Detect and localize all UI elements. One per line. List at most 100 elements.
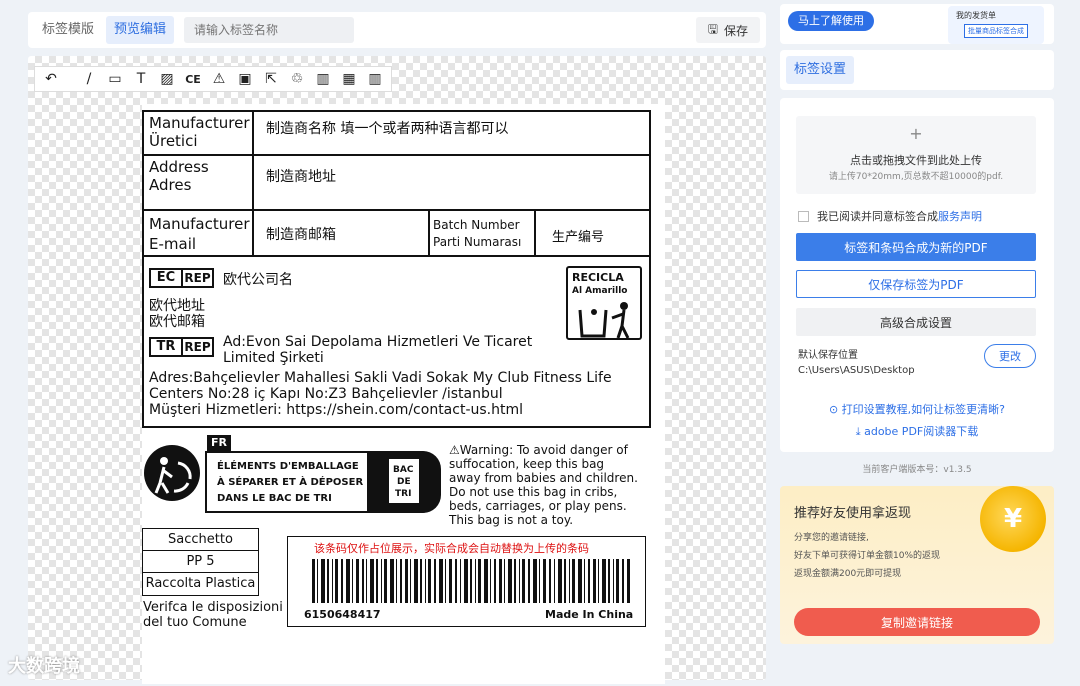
barcode-bars xyxy=(312,559,630,603)
tr-company-1: Ad:Evon Sai Depolama Hizmetleri Ve Ticar… xyxy=(223,334,533,350)
warning-line-2: suffocation, keep this bag xyxy=(449,457,605,471)
label-canvas[interactable]: ↶ / ▭ T ▨ CE ⚠ ▣ ⇱ ♲ ▥ ▦ ▥ Manufacturer … xyxy=(28,56,766,684)
recicla-badge: RECICLA Al Amarillo xyxy=(566,266,642,340)
watermark-logo: 大数跨境 xyxy=(8,656,80,677)
warning-text: ⚠Warning: To avoid danger of suffocation… xyxy=(449,443,654,527)
barcode-number: 6150648417 xyxy=(304,608,381,621)
bac-de-tri-icon: BAC DE TRI xyxy=(367,451,441,513)
invite-desc-1: 分享您的邀请链接, xyxy=(794,533,869,543)
tr-rep-text: REP xyxy=(184,340,211,354)
shipping-promo[interactable]: 我的发货单 批量商品标签合成 xyxy=(948,6,1044,44)
save-file-icon[interactable]: ▣ xyxy=(233,68,257,90)
text-icon[interactable]: T xyxy=(129,68,153,90)
agree-row: 我已阅读并同意标签合成服务声明 xyxy=(798,208,982,224)
save-location-path: C:\Users\ASUS\Desktop xyxy=(798,365,915,376)
barcode-icon[interactable]: ▥ xyxy=(311,68,335,90)
invite-desc-3: 返现金额满200元即可提现 xyxy=(794,569,902,579)
undo-icon[interactable]: ↶ xyxy=(39,68,63,90)
fr-instructions-box: ÉLÉMENTS D'EMBALLAGE À SÉPARER ET À DÉPO… xyxy=(205,451,441,513)
promo-title: 我的发货单 xyxy=(956,11,996,20)
tri-text: TRI xyxy=(395,489,412,499)
barcode-placeholder: 该条码仅作占位展示，实际合成会自动替换为上传的条码 6150648417 Mad… xyxy=(287,536,646,627)
plus-icon: + xyxy=(909,124,923,143)
ec-text: EC xyxy=(151,270,183,286)
batch-number-label: Batch Number xyxy=(433,218,520,232)
learn-more-button[interactable]: 马上了解使用 xyxy=(788,11,874,31)
bac-text: BAC xyxy=(393,465,414,475)
warning-line-3: away from babies and children. xyxy=(449,471,638,485)
tr-address-2: Centers No:28 iç Kapı No:Z3 Bahçelievler… xyxy=(149,386,503,402)
settings-title-bar: 标签设置 xyxy=(780,50,1054,90)
advanced-settings-button[interactable]: 高级合成设置 xyxy=(796,308,1036,336)
adobe-download-link[interactable]: ⤓ adobe PDF阅读器下载 xyxy=(780,423,1054,439)
row2-label-1: Address xyxy=(149,158,209,176)
save-location-label: 默认保存位置 xyxy=(798,350,858,361)
row1-label-1: Manufacturer xyxy=(149,114,250,132)
recicla-title: RECICLA xyxy=(572,271,624,284)
qrcode-icon[interactable]: ▦ xyxy=(337,68,361,90)
invite-panel: 推荐好友使用拿返现 分享您的邀请链接, 好友下单可获得订单金额10%的返现 返现… xyxy=(780,486,1054,644)
recycle-icon[interactable]: ♲ xyxy=(285,68,309,90)
recicla-subtitle: Al Amarillo xyxy=(572,286,628,296)
fr-line-3: DANS LE BAC DE TRI xyxy=(217,493,332,504)
manufacturer-address: 制造商地址 xyxy=(266,169,336,185)
save-label-pdf-button[interactable]: 仅保存标签为PDF xyxy=(796,270,1036,298)
warning-line-5: beds, carriages, or play pens. xyxy=(449,499,627,513)
de-text: DE xyxy=(397,477,411,487)
print-tutorial-link[interactable]: ⊙ 打印设置教程,如何让标签更清晰? xyxy=(780,401,1054,417)
row2-label-2: Adres xyxy=(149,176,192,194)
copy-invite-link-button[interactable]: 复制邀请链接 xyxy=(794,608,1040,636)
invite-title: 推荐好友使用拿返现 xyxy=(794,506,912,521)
tab-template[interactable]: 标签模版 xyxy=(34,16,102,44)
coin-icon: ¥ xyxy=(980,486,1046,552)
editor-tools: ↶ / ▭ T ▨ CE ⚠ ▣ ⇱ ♲ ▥ ▦ ▥ xyxy=(34,66,392,92)
manufacturer-name: 制造商名称 填一个或者两种语言都可以 xyxy=(266,121,509,137)
image-icon[interactable]: ▨ xyxy=(155,68,179,90)
right-top-bar: 马上了解使用 我的发货单 批量商品标签合成 xyxy=(780,4,1054,44)
invite-desc-2: 好友下单可获得订单金额10%的返现 xyxy=(794,551,941,561)
tab-preview-edit[interactable]: 预览编辑 xyxy=(106,16,175,44)
line-icon[interactable]: / xyxy=(77,68,101,90)
label-name-input[interactable] xyxy=(184,17,355,43)
batch-number-label-tr: Parti Numarası xyxy=(433,235,522,249)
plastic-line-3: Raccolta Plastica xyxy=(145,576,256,591)
agree-checkbox[interactable] xyxy=(798,210,809,222)
row3-label-1: Manufacturer xyxy=(149,215,250,233)
recycle-bin-icon xyxy=(578,302,630,339)
warning-line-1: ⚠Warning: To avoid danger of xyxy=(449,443,628,457)
change-location-button[interactable]: 更改 xyxy=(984,344,1036,368)
export-icon[interactable]: ⇱ xyxy=(259,68,283,90)
save-button[interactable]: 🖫 保存 xyxy=(695,17,760,43)
rep-text: REP xyxy=(184,271,211,285)
eu-company-name: 欧代公司名 xyxy=(223,272,293,288)
fr-code: FR xyxy=(207,435,231,451)
ce-icon[interactable]: CE xyxy=(181,68,205,90)
top-toolbar: 标签模版 预览编辑 🖫 保存 xyxy=(28,12,766,48)
tr-customer-service: Müşteri Hizmetleri: https://shein.com/co… xyxy=(149,402,524,418)
upload-sub-text: 请上传70*20mm,页总数不超10000的pdf. xyxy=(828,172,1004,182)
warning-icon[interactable]: ⚠ xyxy=(207,68,231,90)
service-statement-link[interactable]: 服务声明 xyxy=(938,210,982,223)
barcode2-icon[interactable]: ▥ xyxy=(363,68,387,90)
barcode-note: 该条码仅作占位展示，实际合成会自动替换为上传的条码 xyxy=(314,542,589,555)
warning-line-4: Do not use this bag in cribs, xyxy=(449,485,618,499)
merge-pdf-button[interactable]: 标签和条码合成为新的PDF xyxy=(796,233,1036,261)
tr-text: TR xyxy=(151,339,183,355)
upload-dropzone[interactable]: + 点击或拖拽文件到此处上传 请上传70*20mm,页总数不超10000的pdf… xyxy=(796,116,1036,194)
ec-rep-badge: EC REP xyxy=(149,268,214,288)
tab-label-settings[interactable]: 标签设置 xyxy=(786,56,855,84)
row1-label-2: Üretici xyxy=(149,132,198,150)
version-text: 当前客户端版本号：v1.3.5 xyxy=(862,465,972,475)
settings-panel: + 点击或拖拽文件到此处上传 请上传70*20mm,页总数不超10000的pdf… xyxy=(780,98,1054,452)
batch-merge-button[interactable]: 批量商品标签合成 xyxy=(964,24,1028,38)
plastic-line-1: Sacchetto xyxy=(143,529,258,551)
verifica-line-1: Verifca le disposizioni xyxy=(143,600,283,615)
fr-line-1: ÉLÉMENTS D'EMBALLAGE xyxy=(217,461,359,472)
rect-icon[interactable]: ▭ xyxy=(103,68,127,90)
tr-rep-badge: TR REP xyxy=(149,337,214,357)
label-preview: Manufacturer Üretici 制造商名称 填一个或者两种语言都可以 … xyxy=(142,104,665,684)
save-icon: 🖫 xyxy=(707,21,718,36)
plastic-line-2: PP 5 xyxy=(143,551,258,573)
fr-line-2: À SÉPARER ET À DÉPOSER xyxy=(217,477,364,488)
warning-line-6: This bag is not a toy. xyxy=(449,513,574,527)
